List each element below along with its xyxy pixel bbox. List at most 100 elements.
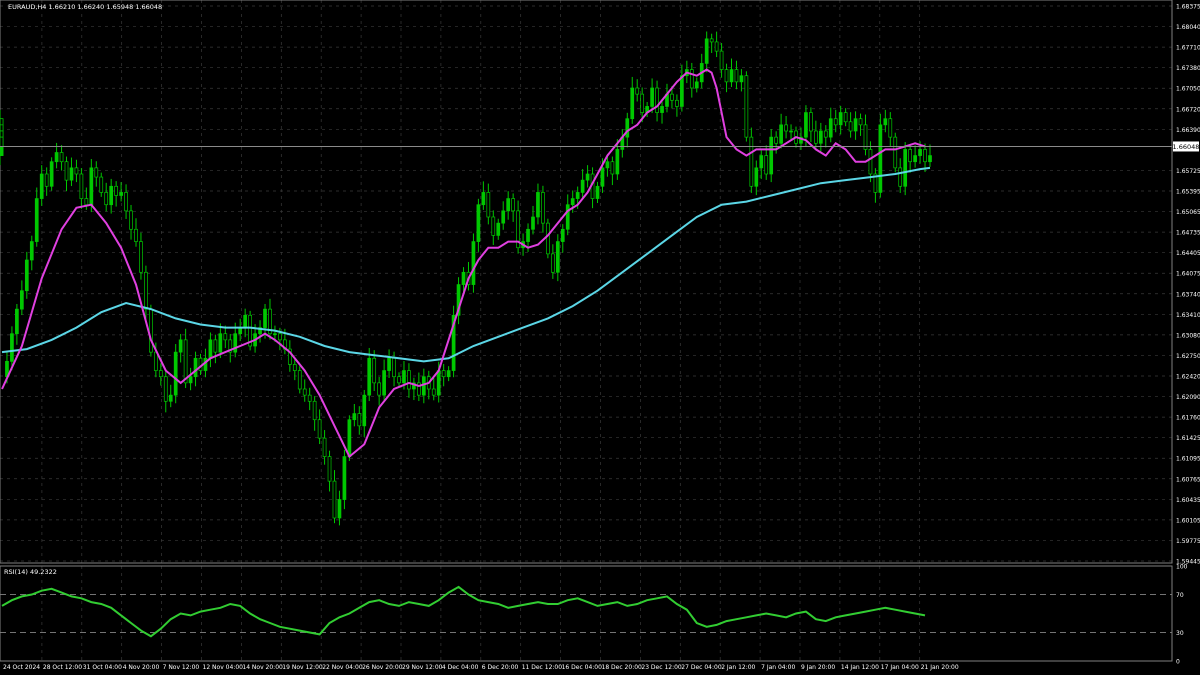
candle-body (218, 333, 223, 353)
price-tick-label: 1.64405 (1176, 250, 1200, 257)
candle-body (15, 308, 19, 335)
candle-body (74, 167, 79, 175)
time-tick-label: 19 Nov 12:00 (282, 664, 323, 671)
candle-body (64, 161, 69, 181)
price-tick-label: 1.68375 (1176, 4, 1200, 11)
candle-body (501, 210, 506, 224)
candle-body (640, 93, 645, 113)
candle-body (550, 253, 555, 273)
candle-body (402, 370, 406, 384)
time-tick-label: 26 Nov 20:00 (362, 664, 403, 671)
price-tick-label: 1.66720 (1176, 106, 1200, 113)
candle-body (630, 87, 635, 120)
candle-body (54, 152, 59, 163)
candle-body (843, 112, 848, 123)
price-tick-label: 1.66390 (1176, 127, 1200, 134)
candle-body (188, 376, 193, 384)
candle-body (84, 198, 89, 206)
candle-body (605, 161, 610, 169)
price-tick-label: 1.65395 (1176, 189, 1200, 196)
candle-body (724, 69, 729, 83)
candle-body (173, 351, 178, 396)
candle-body (243, 314, 248, 328)
candle-body (431, 388, 436, 396)
candle-body (759, 155, 764, 169)
candle-body (114, 185, 118, 196)
candle-body (828, 118, 833, 138)
time-tick-label: 9 Jan 20:00 (801, 664, 835, 671)
price-tick-label: 1.60765 (1176, 476, 1200, 483)
candle-body (307, 394, 312, 402)
candle-body (729, 69, 734, 83)
candle-body (20, 290, 24, 310)
price-tick-label: 1.59775 (1176, 538, 1200, 545)
time-axis: 24 Oct 2024 28 Oct 12:00 31 Oct 04:00 4 Nov… (3, 664, 959, 671)
price-tick-label: 1.64075 (1176, 271, 1200, 278)
candle-body (898, 167, 903, 187)
candle-body (168, 394, 173, 402)
candle-body (580, 179, 585, 193)
candle-body (397, 376, 401, 384)
candle-body (655, 87, 659, 113)
candle-body (317, 419, 322, 439)
candle-body (660, 106, 664, 113)
chart-background (0, 0, 1200, 675)
candle-body (109, 185, 114, 206)
candle-body (129, 210, 133, 230)
candle-body (481, 192, 486, 206)
candle-body (461, 271, 466, 285)
candle-body (878, 124, 883, 193)
time-tick-label: 7 Jan 04:00 (761, 664, 795, 671)
candle-body (595, 185, 600, 199)
candle-body (853, 118, 858, 132)
candle-body (749, 136, 754, 187)
candle-body (739, 75, 744, 83)
candle-body (337, 499, 342, 519)
price-tick-label: 1.65725 (1176, 168, 1200, 175)
chart-canvas: 1.68375 1.68040 1.67710 1.67380 1.67050 1.667… (0, 0, 1200, 675)
candle-body (784, 124, 788, 132)
candle-body (610, 161, 615, 175)
candle-body (49, 161, 54, 187)
candle-body (531, 216, 535, 230)
candle-body (178, 339, 183, 353)
time-tick-label: 23 Dec 12:00 (641, 664, 682, 671)
rsi-tick-label: 30 (1176, 630, 1184, 637)
candle-body (79, 173, 84, 199)
time-tick-label: 17 Jan 04:00 (881, 664, 919, 671)
price-tick-label: 1.64735 (1176, 230, 1200, 237)
candle-body (0, 136, 4, 147)
price-tick-label: 1.67710 (1176, 45, 1200, 52)
current-price-label: 1.66048 (1173, 143, 1200, 151)
candle-body (804, 112, 808, 138)
candle-body (496, 222, 501, 236)
candle-body (918, 149, 922, 156)
candle-body (34, 198, 39, 242)
candle-body (848, 121, 853, 132)
time-tick-label: 6 Dec 20:00 (482, 664, 519, 671)
candle-body (436, 370, 441, 396)
candle-body (362, 394, 367, 427)
candle-body (332, 480, 337, 519)
time-tick-label: 22 Nov 04:00 (322, 664, 363, 671)
candle-body (134, 228, 138, 242)
candle-body (292, 364, 297, 371)
time-tick-label: 21 Jan 20:00 (921, 664, 959, 671)
time-tick-label: 27 Dec 04:00 (681, 664, 722, 671)
time-tick-label: 14 Jan 12:00 (841, 664, 879, 671)
candle-body (382, 370, 386, 396)
time-tick-label: 16 Dec 04:00 (562, 664, 603, 671)
candle-body (809, 112, 813, 132)
candle-body (278, 333, 282, 341)
candle-body (193, 357, 198, 378)
candle-body (471, 241, 476, 285)
time-tick-label: 4 Nov 20:00 (123, 664, 160, 671)
candle-body (163, 376, 168, 402)
candle-body (560, 228, 565, 242)
candle-body (774, 136, 779, 144)
candle-body (789, 130, 793, 133)
candle-body (158, 370, 163, 378)
candle-body (119, 192, 123, 196)
candle-body (570, 198, 575, 206)
candle-body (923, 149, 927, 163)
